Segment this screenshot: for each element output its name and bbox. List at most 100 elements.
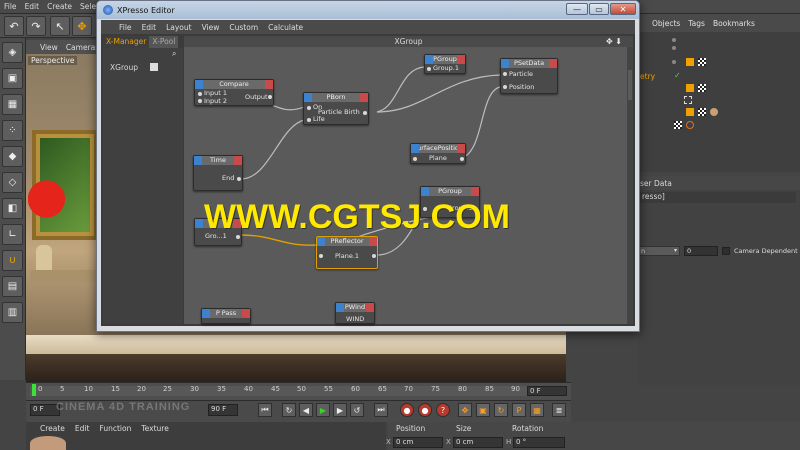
port-dot[interactable]: [319, 254, 323, 258]
prev-key-icon[interactable]: ↻: [282, 403, 296, 417]
visibility-dot[interactable]: [672, 60, 676, 64]
step-forward-icon[interactable]: ▶: [333, 403, 347, 417]
node-time[interactable]: Time End: [193, 155, 243, 191]
xpresso-tag-icon[interactable]: [686, 58, 694, 66]
tab-objects[interactable]: Objects: [652, 19, 680, 28]
node-pborn[interactable]: PBorn On Particle Birth Life: [303, 92, 369, 125]
maximize-button[interactable]: ▭: [589, 3, 609, 15]
graph-scrollbar-thumb[interactable]: [628, 70, 632, 100]
undo-icon[interactable]: ↶: [4, 16, 24, 36]
model-icon[interactable]: ◈: [2, 42, 23, 63]
xp-menu-view[interactable]: View: [202, 23, 220, 32]
redo-icon[interactable]: ↷: [26, 16, 46, 36]
timeline-options-icon[interactable]: ≣: [552, 403, 566, 417]
menu-create[interactable]: Create: [47, 2, 72, 11]
port-dot[interactable]: [268, 95, 272, 99]
port-dot[interactable]: [372, 254, 376, 258]
rotation-h-field[interactable]: 0 °: [513, 437, 565, 448]
menu-edit[interactable]: Edit: [25, 2, 40, 11]
material-menu-texture[interactable]: Texture: [141, 424, 168, 433]
material-tag-icon[interactable]: [710, 108, 718, 116]
current-frame-field[interactable]: 0 F: [527, 386, 567, 396]
xp-menu-file[interactable]: File: [119, 23, 132, 32]
texture-tag-icon[interactable]: [674, 121, 682, 129]
port-dot[interactable]: [237, 177, 241, 181]
close-button[interactable]: ✕: [610, 3, 636, 15]
material-menu-edit[interactable]: Edit: [75, 424, 90, 433]
texture-tag-icon[interactable]: [698, 84, 706, 92]
disabled-tag-icon[interactable]: [686, 121, 694, 129]
xpresso-titlebar[interactable]: XPresso Editor: [97, 1, 639, 19]
port-dot[interactable]: [307, 118, 311, 122]
object-mode-icon[interactable]: ▣: [2, 68, 23, 89]
viewport-menu-view[interactable]: View: [40, 43, 58, 52]
texture-tag-icon[interactable]: [698, 58, 706, 66]
tab-bookmarks[interactable]: Bookmarks: [713, 19, 755, 28]
visibility-dot[interactable]: [672, 46, 676, 50]
port-dot[interactable]: [503, 72, 507, 76]
lock-icon[interactable]: ▤: [2, 276, 23, 297]
port-dot[interactable]: [460, 157, 464, 161]
texture-mode-icon[interactable]: ▦: [2, 94, 23, 115]
selection-tag-icon[interactable]: [684, 96, 692, 104]
material-thumbnail[interactable]: [30, 436, 66, 450]
xp-menu-calculate[interactable]: Calculate: [268, 23, 303, 32]
xpresso-tag-icon[interactable]: [686, 108, 694, 116]
move-icon[interactable]: ✥: [72, 16, 92, 36]
magnet-icon[interactable]: ∪: [2, 250, 23, 271]
points-mode-icon[interactable]: ⁘: [2, 120, 23, 141]
object-name-fragment[interactable]: etry: [640, 72, 655, 81]
graph-navigate-icon[interactable]: ✥ ⬇: [606, 37, 622, 46]
port-dot[interactable]: [413, 157, 417, 161]
xpresso-tag-icon[interactable]: [686, 84, 694, 92]
scale-key-icon[interactable]: ▣: [476, 403, 490, 417]
param-key-icon[interactable]: P: [512, 403, 526, 417]
node-surface-position[interactable]: SurfacePosition Plane: [410, 143, 466, 164]
go-to-start-icon[interactable]: ⏮: [258, 403, 272, 417]
attributes-field[interactable]: resso]: [640, 192, 796, 203]
attribute-number-field[interactable]: 0: [684, 246, 718, 256]
select-cursor-icon[interactable]: ↖: [50, 16, 70, 36]
port-dot[interactable]: [363, 111, 367, 115]
xp-menu-edit[interactable]: Edit: [142, 23, 157, 32]
timeline-playhead[interactable]: [32, 384, 36, 396]
key-selection-icon[interactable]: ?: [436, 403, 450, 417]
port-dot[interactable]: [198, 99, 202, 103]
record-icon[interactable]: ●: [400, 403, 414, 417]
autokey-icon[interactable]: ●: [418, 403, 432, 417]
play-icon[interactable]: ▶: [316, 403, 330, 417]
grid-icon[interactable]: ▥: [2, 302, 23, 323]
xp-menu-custom[interactable]: Custom: [229, 23, 258, 32]
axis-icon[interactable]: ∟: [2, 224, 23, 245]
node-pwind[interactable]: PWind WIND: [335, 302, 375, 324]
node-preflector[interactable]: PReflector Plane.1: [316, 236, 378, 269]
minimize-button[interactable]: —: [566, 3, 588, 15]
port-dot[interactable]: [198, 92, 202, 96]
xp-menu-layout[interactable]: Layout: [166, 23, 192, 32]
polygons-mode-icon[interactable]: ◧: [2, 198, 23, 219]
tab-x-pool[interactable]: X-Pool: [149, 36, 179, 48]
pla-key-icon[interactable]: ▦: [530, 403, 544, 417]
port-dot[interactable]: [307, 106, 311, 110]
node-compare[interactable]: Compare Input 1 Input 2 Output: [194, 79, 274, 106]
rotate-key-icon[interactable]: ↻: [494, 403, 508, 417]
tab-x-manager[interactable]: X-Manager: [103, 36, 150, 48]
next-key-icon[interactable]: ↺: [350, 403, 364, 417]
cube-icon[interactable]: ◆: [2, 146, 23, 167]
camera-dependent-checkbox[interactable]: [722, 247, 730, 255]
node-ppass[interactable]: P Pass: [201, 308, 251, 324]
texture-tag-icon[interactable]: [698, 108, 706, 116]
material-menu-create[interactable]: Create: [40, 424, 65, 433]
node-psetdata[interactable]: PSetData Particle Position: [500, 58, 558, 94]
tab-tags[interactable]: Tags: [688, 19, 705, 28]
move-key-icon[interactable]: ✥: [458, 403, 472, 417]
check-icon[interactable]: ✓: [674, 71, 682, 80]
position-x-field[interactable]: 0 cm: [393, 437, 443, 448]
tree-item-xgroup[interactable]: XGroup: [110, 63, 138, 72]
go-to-end-icon[interactable]: ⏭: [374, 403, 388, 417]
size-x-field[interactable]: 0 cm: [453, 437, 503, 448]
edges-mode-icon[interactable]: ◇: [2, 172, 23, 193]
step-back-icon[interactable]: ◀: [299, 403, 313, 417]
material-menu-function[interactable]: Function: [99, 424, 131, 433]
search-icon[interactable]: ⌕: [172, 49, 181, 58]
